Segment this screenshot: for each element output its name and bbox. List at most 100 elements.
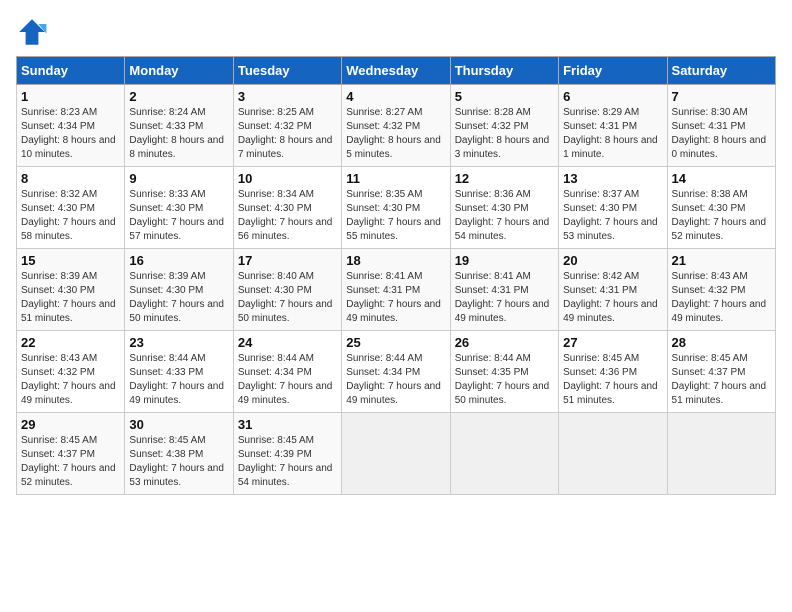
sunrise: Sunrise: 8:25 AM: [238, 107, 314, 118]
sunrise: Sunrise: 8:45 AM: [21, 435, 97, 446]
calendar-row: 22Sunrise: 8:43 AMSunset: 4:32 PMDayligh…: [17, 331, 776, 413]
day-info: Sunrise: 8:44 AMSunset: 4:35 PMDaylight:…: [455, 352, 554, 408]
day-number: 12: [455, 171, 554, 186]
day-number: 19: [455, 253, 554, 268]
day-number: 26: [455, 335, 554, 350]
calendar-cell: 22Sunrise: 8:43 AMSunset: 4:32 PMDayligh…: [17, 331, 125, 413]
logo: [16, 16, 52, 48]
sunset: Sunset: 4:30 PM: [129, 285, 203, 296]
sunset: Sunset: 4:30 PM: [21, 203, 95, 214]
daylight: Daylight: 7 hours and 54 minutes.: [238, 463, 333, 488]
calendar-table: SundayMondayTuesdayWednesdayThursdayFrid…: [16, 56, 776, 495]
day-info: Sunrise: 8:28 AMSunset: 4:32 PMDaylight:…: [455, 106, 554, 162]
calendar-cell: 5Sunrise: 8:28 AMSunset: 4:32 PMDaylight…: [450, 85, 558, 167]
sunset: Sunset: 4:32 PM: [346, 121, 420, 132]
page-header: [16, 16, 776, 48]
calendar-cell: 27 Sunrise: 8:45 AMSunset: 4:36 PMDayligh…: [559, 331, 667, 413]
sunset: Sunset: 4:32 PM: [455, 121, 529, 132]
day-number: 14: [672, 171, 771, 186]
day-info: Sunrise: 8:27 AMSunset: 4:32 PMDaylight:…: [346, 106, 445, 162]
weekday-header-friday: Friday: [559, 57, 667, 85]
calendar-cell: 23Sunrise: 8:44 AMSunset: 4:33 PMDayligh…: [125, 331, 233, 413]
day-number: 16: [129, 253, 228, 268]
sunset: Sunset: 4:32 PM: [672, 285, 746, 296]
sunrise: Sunrise: 8:34 AM: [238, 189, 314, 200]
day-info: Sunrise: 8:45 AMSunset: 4:36 PMDaylight:…: [563, 352, 662, 408]
weekday-header-wednesday: Wednesday: [342, 57, 450, 85]
sunrise: Sunrise: 8:44 AM: [346, 353, 422, 364]
calendar-cell: 29Sunrise: 8:45 AMSunset: 4:37 PMDayligh…: [17, 413, 125, 495]
day-number: 27: [563, 335, 662, 350]
sunrise: Sunrise: 8:44 AM: [238, 353, 314, 364]
sunrise: Sunrise: 8:41 AM: [346, 271, 422, 282]
day-number: 24: [238, 335, 337, 350]
day-number: 13: [563, 171, 662, 186]
calendar-row: 15 Sunrise: 8:39 AMSunset: 4:30 PMDayligh…: [17, 249, 776, 331]
day-info: Sunrise: 8:45 AMSunset: 4:37 PMDaylight:…: [672, 352, 771, 408]
day-number: 15: [21, 253, 120, 268]
day-number: 3: [238, 89, 337, 104]
calendar-cell: 12Sunrise: 8:36 AMSunset: 4:30 PMDayligh…: [450, 167, 558, 249]
daylight: Daylight: 8 hours and 7 minutes.: [238, 135, 333, 160]
sunset: Sunset: 4:36 PM: [563, 367, 637, 378]
weekday-header-thursday: Thursday: [450, 57, 558, 85]
calendar-cell: 15 Sunrise: 8:39 AMSunset: 4:30 PMDayligh…: [17, 249, 125, 331]
calendar-cell: 14Sunrise: 8:38 AMSunset: 4:30 PMDayligh…: [667, 167, 775, 249]
calendar-cell: 1 Sunrise: 8:23 AMSunset: 4:34 PMDaylight…: [17, 85, 125, 167]
daylight: Daylight: 7 hours and 54 minutes.: [455, 217, 550, 242]
daylight: Daylight: 7 hours and 50 minutes.: [238, 299, 333, 324]
calendar-cell: 24Sunrise: 8:44 AMSunset: 4:34 PMDayligh…: [233, 331, 341, 413]
sunset: Sunset: 4:31 PM: [672, 121, 746, 132]
sunset: Sunset: 4:30 PM: [346, 203, 420, 214]
sunset: Sunset: 4:32 PM: [21, 367, 95, 378]
calendar-cell: 19 Sunrise: 8:41 AMSunset: 4:31 PMDayligh…: [450, 249, 558, 331]
calendar-cell: 25Sunrise: 8:44 AMSunset: 4:34 PMDayligh…: [342, 331, 450, 413]
day-info: Sunrise: 8:35 AMSunset: 4:30 PMDaylight:…: [346, 188, 445, 244]
calendar-cell: 17 Sunrise: 8:40 AMSunset: 4:30 PMDayligh…: [233, 249, 341, 331]
sunrise: Sunrise: 8:24 AM: [129, 107, 205, 118]
calendar-row: 1 Sunrise: 8:23 AMSunset: 4:34 PMDaylight…: [17, 85, 776, 167]
daylight: Daylight: 7 hours and 53 minutes.: [129, 463, 224, 488]
weekday-header-tuesday: Tuesday: [233, 57, 341, 85]
sunrise: Sunrise: 8:44 AM: [129, 353, 205, 364]
sunrise: Sunrise: 8:42 AM: [563, 271, 639, 282]
calendar-cell: [667, 413, 775, 495]
daylight: Daylight: 8 hours and 8 minutes.: [129, 135, 224, 160]
day-number: 18: [346, 253, 445, 268]
calendar-cell: 10Sunrise: 8:34 AMSunset: 4:30 PMDayligh…: [233, 167, 341, 249]
sunset: Sunset: 4:37 PM: [672, 367, 746, 378]
daylight: Daylight: 7 hours and 49 minutes.: [455, 299, 550, 324]
sunset: Sunset: 4:39 PM: [238, 449, 312, 460]
sunrise: Sunrise: 8:38 AM: [672, 189, 748, 200]
calendar-cell: 18Sunrise: 8:41 AMSunset: 4:31 PMDayligh…: [342, 249, 450, 331]
daylight: Daylight: 8 hours and 0 minutes.: [672, 135, 767, 160]
logo-icon: [16, 16, 48, 48]
sunrise: Sunrise: 8:35 AM: [346, 189, 422, 200]
daylight: Daylight: 7 hours and 50 minutes.: [129, 299, 224, 324]
calendar-cell: 30Sunrise: 8:45 AMSunset: 4:38 PMDayligh…: [125, 413, 233, 495]
sunrise: Sunrise: 8:41 AM: [455, 271, 531, 282]
day-info: Sunrise: 8:45 AMSunset: 4:39 PMDaylight:…: [238, 434, 337, 490]
daylight: Daylight: 7 hours and 51 minutes.: [563, 381, 658, 406]
day-number: 17: [238, 253, 337, 268]
calendar-cell: 2Sunrise: 8:24 AMSunset: 4:33 PMDaylight…: [125, 85, 233, 167]
day-number: 25: [346, 335, 445, 350]
sunrise: Sunrise: 8:37 AM: [563, 189, 639, 200]
day-info: Sunrise: 8:29 AMSunset: 4:31 PMDaylight:…: [563, 106, 662, 162]
day-number: 2: [129, 89, 228, 104]
day-number: 1: [21, 89, 120, 104]
calendar-row: 8Sunrise: 8:32 AMSunset: 4:30 PMDaylight…: [17, 167, 776, 249]
sunset: Sunset: 4:30 PM: [672, 203, 746, 214]
daylight: Daylight: 8 hours and 3 minutes.: [455, 135, 550, 160]
sunrise: Sunrise: 8:36 AM: [455, 189, 531, 200]
day-info: Sunrise: 8:30 AMSunset: 4:31 PMDaylight:…: [672, 106, 771, 162]
day-info: Sunrise: 8:23 AMSunset: 4:34 PMDaylight:…: [21, 106, 120, 162]
day-info: Sunrise: 8:39 AMSunset: 4:30 PMDaylight:…: [21, 270, 120, 326]
day-info: Sunrise: 8:40 AMSunset: 4:30 PMDaylight:…: [238, 270, 337, 326]
calendar-cell: 31Sunrise: 8:45 AMSunset: 4:39 PMDayligh…: [233, 413, 341, 495]
calendar-cell: 9Sunrise: 8:33 AMSunset: 4:30 PMDaylight…: [125, 167, 233, 249]
daylight: Daylight: 7 hours and 51 minutes.: [672, 381, 767, 406]
sunrise: Sunrise: 8:27 AM: [346, 107, 422, 118]
weekday-header-monday: Monday: [125, 57, 233, 85]
day-info: Sunrise: 8:41 AMSunset: 4:31 PMDaylight:…: [455, 270, 554, 326]
